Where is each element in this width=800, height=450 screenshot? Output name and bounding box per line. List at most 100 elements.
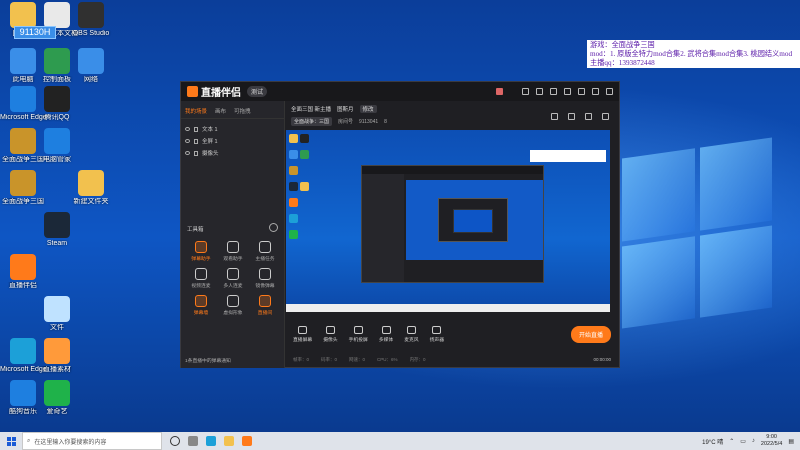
explorer-taskbar-icon[interactable] <box>224 436 234 446</box>
desktop-shortcut[interactable]: 直播伴侣 <box>0 254 46 290</box>
desktop-shortcut[interactable]: 新建文件夹 <box>68 170 114 206</box>
wallet-icon[interactable] <box>550 88 557 95</box>
game-tw-icon <box>10 170 36 196</box>
gift-icon[interactable] <box>536 88 543 95</box>
version-tag[interactable]: 测试 <box>247 86 268 97</box>
preview-overlay-note <box>530 150 606 162</box>
tool-item[interactable]: 弹幕助手 <box>185 241 217 262</box>
edit-room-button[interactable]: 修改 <box>359 105 377 113</box>
notification-icon[interactable]: ▤ <box>788 438 794 445</box>
media-button[interactable]: 多媒体 <box>379 325 393 343</box>
action-label: 麦克风 <box>404 337 419 343</box>
clock[interactable]: 9:00 2022/5/4 <box>761 434 782 448</box>
notification-text[interactable]: 1条直播中的弹幕通知 <box>185 357 231 364</box>
desktop-shortcut[interactable]: Steam <box>34 212 80 248</box>
desktop-shortcut[interactable]: 文件 <box>34 296 80 332</box>
layout-icon[interactable] <box>551 113 558 120</box>
tool-item[interactable]: 主播任务 <box>249 241 281 262</box>
tool-label: 弹幕助手 <box>191 257 211 262</box>
tool-icon <box>227 295 239 307</box>
toolbox-grid: 弹幕助手 观看助手 主播任务视频连麦 多人连麦 镜像弹幕弹幕墙 虚拟形象 直播间 <box>185 241 281 316</box>
overlay-qq-line: 主播qq：1393872448 <box>590 59 655 67</box>
scene-label: 文本 1 <box>202 127 218 133</box>
edge-taskbar-icon[interactable] <box>206 436 216 446</box>
tool-item[interactable]: 弹幕墙 <box>185 295 217 316</box>
scene-item[interactable]: 全屏 1 <box>181 135 284 147</box>
category-select[interactable]: 全面战争：三国 <box>291 117 333 126</box>
tool-item[interactable]: 视频连麦 <box>185 268 217 289</box>
volume-icon[interactable]: ♪ <box>752 438 755 444</box>
stream-info-overlay: 游戏：全面战争三国 mod：1. 原版全特力mod合集2. 武将合集mod合集3… <box>587 40 800 68</box>
desktop-shortcut[interactable]: 腾讯QQ <box>34 86 80 122</box>
desktop-shortcut[interactable]: 电脑管家 <box>34 128 80 164</box>
action-icon <box>298 325 308 334</box>
visibility-icon[interactable] <box>185 151 190 155</box>
desktop-shortcut-label: 网络 <box>84 76 98 83</box>
taskbar-search[interactable]: ⌕ 在这里输入你要搜索的内容 <box>22 432 162 450</box>
tab-draggable[interactable]: 可拖拽 <box>234 107 251 115</box>
lock-icon[interactable] <box>194 126 198 132</box>
microphone-button[interactable]: 麦克风 <box>404 325 419 343</box>
windows-icon <box>6 436 16 446</box>
avatar[interactable] <box>496 88 503 95</box>
tool-item[interactable]: 多人连麦 <box>217 268 249 289</box>
tray-arrow-icon[interactable]: ⌃ <box>729 438 734 445</box>
weather[interactable]: 19°C 晴 <box>702 437 723 446</box>
live-companion-icon <box>10 254 36 280</box>
minimize-icon[interactable] <box>578 88 585 95</box>
live-companion-taskbar-icon[interactable] <box>242 436 252 446</box>
network-tray-icon[interactable]: ▭ <box>740 438 746 445</box>
control-panel-icon <box>44 48 70 74</box>
visibility-icon[interactable] <box>185 127 190 131</box>
status-metric: CPU：6% <box>377 356 398 362</box>
desktop-shortcut[interactable]: 爱奇艺 <box>34 380 80 416</box>
scene-label: 全屏 1 <box>202 139 218 145</box>
task-view-icon[interactable] <box>188 436 198 446</box>
visibility-icon[interactable] <box>185 139 190 143</box>
live-preview[interactable] <box>286 130 610 312</box>
share-icon[interactable] <box>602 113 609 120</box>
pc-manager-icon <box>44 128 70 154</box>
maximize-icon[interactable] <box>592 88 599 95</box>
scene-item[interactable]: 摄像头 <box>181 147 284 159</box>
room-id-value: 9113041 <box>359 118 379 125</box>
desktop-shortcut-label: Steam <box>46 240 68 247</box>
scene-item[interactable]: 文本 1 <box>181 123 284 135</box>
search-icon: ⌕ <box>27 437 31 444</box>
tool-item[interactable]: 镜像弹幕 <box>249 268 281 289</box>
tab-my-scenes[interactable]: 我的场景 <box>185 107 207 115</box>
desktop-shortcut-label: 电脑管家 <box>43 156 71 163</box>
message-icon[interactable] <box>522 88 529 95</box>
record-icon[interactable] <box>568 113 575 120</box>
lock-icon[interactable] <box>194 138 198 144</box>
tool-item[interactable]: 直播间 <box>249 295 281 316</box>
folder-icon <box>78 170 104 196</box>
close-icon[interactable] <box>606 88 613 95</box>
lock-icon[interactable] <box>585 113 592 120</box>
preview-icon <box>289 198 298 207</box>
tool-item[interactable]: 观看助手 <box>217 241 249 262</box>
phone-cast-button[interactable]: 手机投屏 <box>349 325 368 343</box>
start-live-button[interactable]: 开始直播 <box>570 325 611 343</box>
speaker-button[interactable]: 扬声器 <box>429 325 445 343</box>
cortana-icon[interactable] <box>170 436 180 446</box>
desktop-shortcut-label: 文件 <box>50 324 64 331</box>
file-icon <box>44 296 70 322</box>
desktop-shortcut[interactable]: OBS Studio <box>68 2 114 38</box>
screen-capture-button[interactable]: 直播屏幕 <box>293 325 312 343</box>
desktop-shortcut[interactable]: 全面战争三国 <box>0 170 46 206</box>
action-label: 扬声器 <box>429 337 445 343</box>
tool-label: 多人连麦 <box>223 284 243 289</box>
settings-icon[interactable] <box>564 88 571 95</box>
start-button[interactable] <box>0 432 22 450</box>
lock-icon[interactable] <box>194 150 198 156</box>
desktop-shortcut[interactable]: 网络 <box>68 48 114 84</box>
tool-icon <box>195 295 207 307</box>
more-tools-icon[interactable] <box>269 223 278 232</box>
camera-button[interactable]: 摄像头 <box>323 325 338 343</box>
tool-item[interactable]: 虚拟形象 <box>217 295 249 316</box>
app-logo: 直播伴侣 <box>187 84 241 99</box>
desktop-shortcut[interactable]: 直播素材 <box>34 338 80 374</box>
tool-label: 弹幕墙 <box>193 311 209 316</box>
tab-canvas[interactable]: 画布 <box>215 107 226 115</box>
